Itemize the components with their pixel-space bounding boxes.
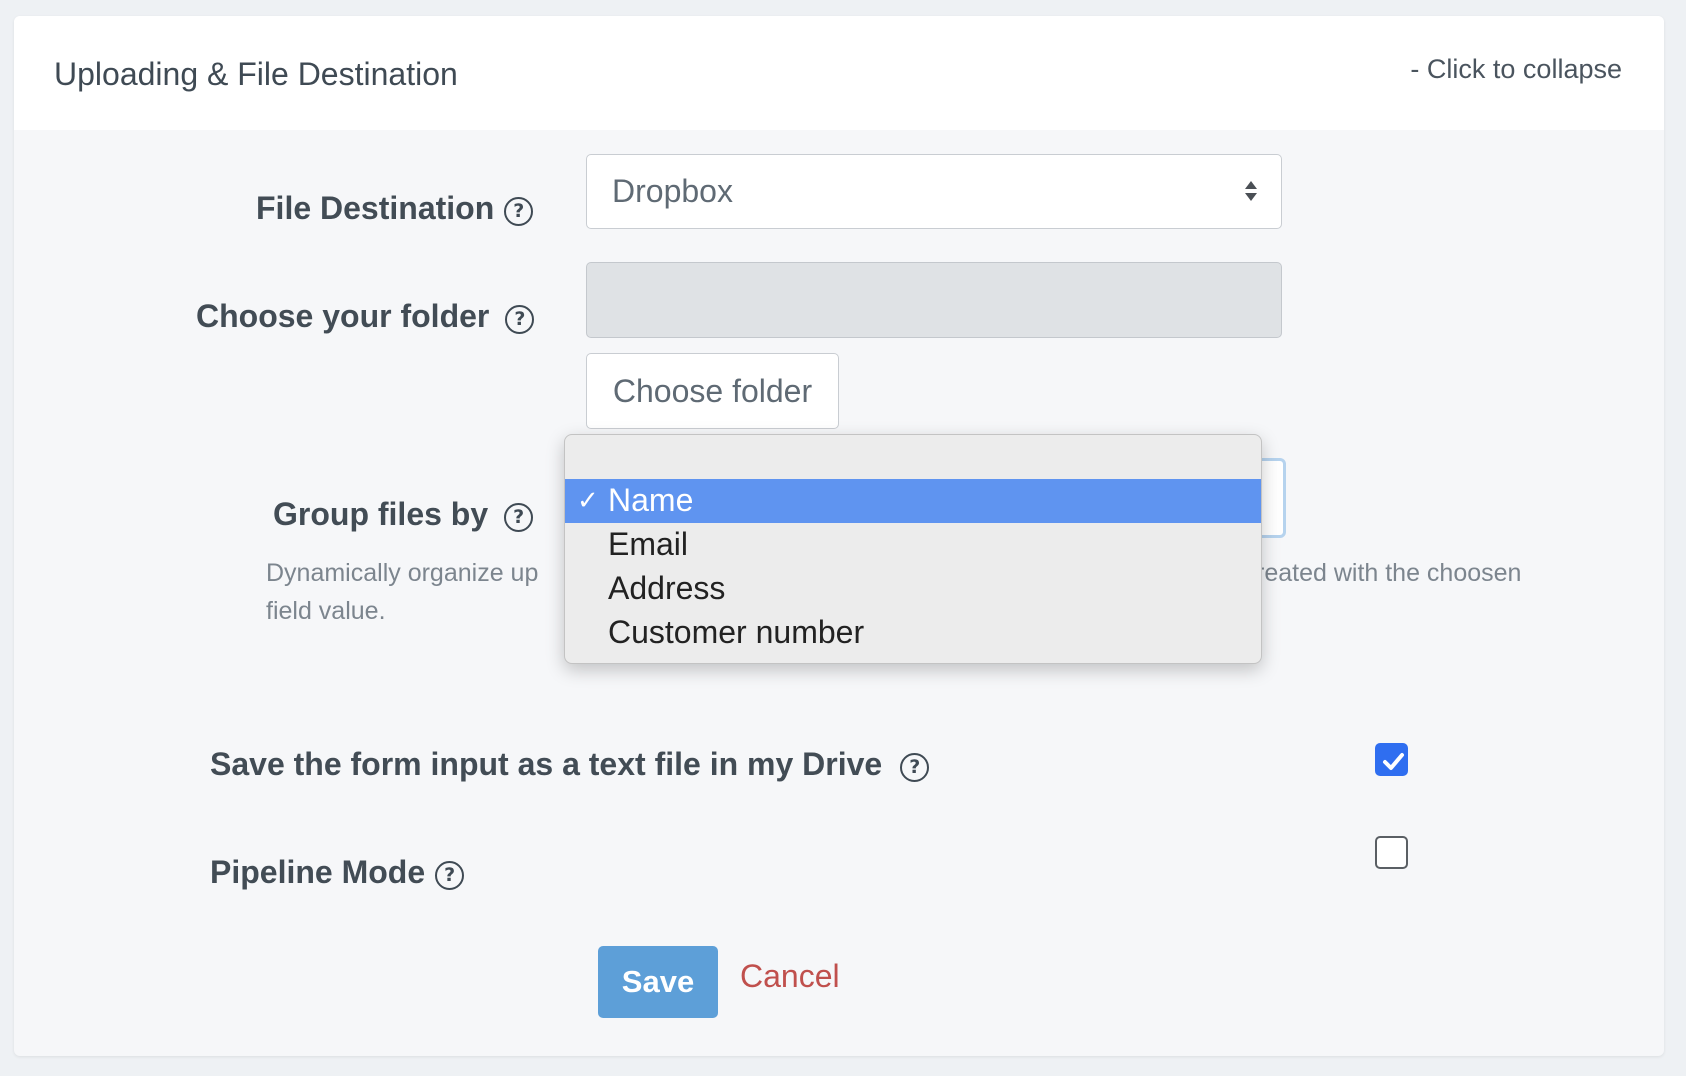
dropdown-option-label: Email [608,526,689,562]
hint-text-left: Dynamically organize up [266,559,539,587]
pipeline-mode-label: Pipeline Mode ? [210,854,465,891]
group-files-label: Group files by ? [273,496,534,533]
pipeline-mode-label-text: Pipeline Mode [210,854,426,890]
help-icon[interactable]: ? [900,753,930,782]
dropdown-option-name[interactable]: ✓ Name [565,479,1261,523]
dropdown-option-label: Customer number [608,614,865,650]
hint-text-right: reated with the choosen [1256,559,1522,587]
check-icon: ✓ [577,485,599,515]
dropdown-option-email[interactable]: Email [565,523,1261,567]
choose-folder-label: Choose your folder ? [196,298,535,335]
dropdown-option-address[interactable]: Address [565,567,1261,611]
save-text-file-checkbox[interactable] [1375,743,1408,776]
check-icon [1383,753,1404,770]
help-icon[interactable]: ? [504,503,534,532]
dropdown-option-label: Name [608,482,694,518]
panel-title: Uploading & File Destination [54,56,458,92]
help-icon[interactable]: ? [504,197,534,226]
file-destination-label: File Destination ? [256,190,534,227]
dropdown-option-label: Address [608,570,726,606]
folder-path-input[interactable] [586,262,1282,338]
save-text-file-label: Save the form input as a text file in my… [210,746,930,783]
choose-folder-button[interactable]: Choose folder [586,353,839,429]
panel-header[interactable]: Uploading & File Destination - Click to … [14,16,1664,130]
file-destination-value: Dropbox [612,173,733,209]
help-icon[interactable]: ? [435,861,465,890]
help-icon[interactable]: ? [505,305,535,334]
save-button[interactable]: Save [598,946,718,1018]
save-text-file-label-text: Save the form input as a text file in my… [210,746,883,782]
sort-arrows-icon [1245,181,1257,201]
file-destination-select[interactable]: Dropbox [586,154,1282,229]
collapse-toggle[interactable]: - Click to collapse [1410,54,1622,85]
group-files-dropdown: ✓ Name Email Address Customer number [564,434,1262,664]
group-files-label-text: Group files by [273,496,489,532]
pipeline-mode-checkbox[interactable] [1375,836,1408,869]
dropdown-option-customer-number[interactable]: Customer number [565,611,1261,655]
hint-text-line2: field value. [266,597,386,625]
choose-folder-label-text: Choose your folder [196,298,490,334]
cancel-button[interactable]: Cancel [740,958,840,995]
file-destination-label-text: File Destination [256,190,495,226]
